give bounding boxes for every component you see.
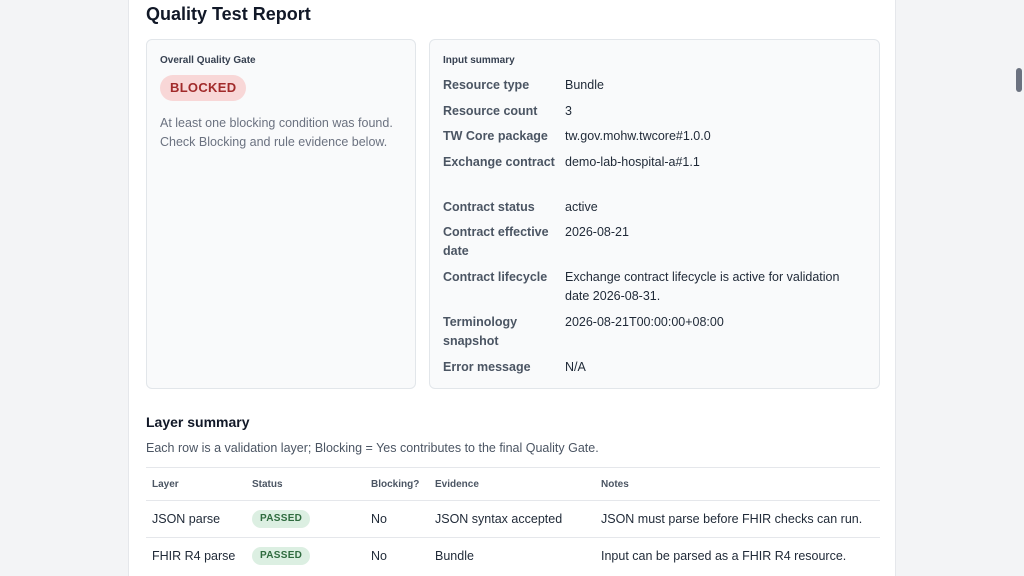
layer-summary-table: Layer Status Blocking? Evidence Notes JS… (146, 467, 880, 574)
column-header-notes: Notes (601, 478, 629, 490)
column-header-status: Status (252, 478, 283, 490)
blocking-cell: No (371, 512, 387, 526)
input-summary-card: Input summary Resource type Bundle Resou… (429, 39, 880, 389)
evidence-cell: JSON syntax accepted (435, 512, 563, 526)
scrollbar-thumb[interactable] (1016, 68, 1022, 92)
summary-key: Exchange contract (443, 155, 555, 169)
summary-value: demo-lab-hospital-a#1.1 (565, 155, 700, 169)
notes-cell: Input can be parsed as a FHIR R4 resourc… (601, 549, 847, 563)
table-row: FHIR R4 parse PASSED No Bundle Input can… (146, 537, 880, 574)
status-badge-passed: PASSED (252, 510, 311, 528)
summary-value: Exchange contract lifecycle is active fo… (565, 270, 840, 303)
status-cell: PASSED (252, 501, 311, 537)
notes-cell: JSON must parse before FHIR checks can r… (601, 512, 863, 526)
quality-gate-label: Overall Quality Gate (160, 55, 256, 66)
blocking-cell: No (371, 549, 387, 563)
summary-key: Terminology snapshot (443, 315, 518, 348)
status-cell: PASSED (252, 538, 311, 574)
summary-key: Contract status (443, 200, 535, 214)
summary-key: TW Core package (443, 129, 548, 143)
column-header-layer: Layer (152, 478, 179, 490)
summary-key: Error message (443, 360, 531, 374)
table-header: Layer Status Blocking? Evidence Notes (146, 467, 880, 500)
table-row: JSON parse PASSED No JSON syntax accepte… (146, 500, 880, 537)
layer-cell: JSON parse (152, 512, 221, 526)
layer-summary-subtitle: Each row is a validation layer; Blocking… (146, 441, 599, 455)
summary-key: Contract effective date (443, 225, 549, 258)
evidence-cell: Bundle (435, 549, 474, 563)
status-badge-blocked: BLOCKED (160, 75, 247, 101)
layer-cell: FHIR R4 parse (152, 549, 236, 563)
input-summary-label: Input summary (443, 55, 515, 66)
quality-gate-card: Overall Quality Gate BLOCKED At least on… (146, 39, 416, 389)
summary-value: 2026-08-21T00:00:00+08:00 (565, 315, 724, 329)
column-header-evidence: Evidence (435, 478, 479, 490)
page-title: Quality Test Report (146, 4, 311, 24)
summary-value: N/A (565, 360, 586, 374)
summary-key: Resource count (443, 104, 538, 118)
column-header-blocking: Blocking? (371, 478, 420, 490)
quality-gate-description: At least one blocking condition was foun… (160, 116, 393, 149)
summary-value: 3 (565, 104, 572, 118)
summary-key: Contract lifecycle (443, 270, 548, 284)
summary-value: Bundle (565, 78, 604, 92)
status-badge-passed: PASSED (252, 547, 311, 565)
summary-value: tw.gov.mohw.twcore#1.0.0 (565, 129, 711, 143)
summary-key: Resource type (443, 78, 530, 92)
report-page: Quality Test Report Overall Quality Gate… (128, 0, 896, 576)
layer-summary-title: Layer summary (146, 414, 250, 430)
summary-value: active (565, 200, 598, 214)
summary-value: 2026-08-21 (565, 225, 629, 239)
